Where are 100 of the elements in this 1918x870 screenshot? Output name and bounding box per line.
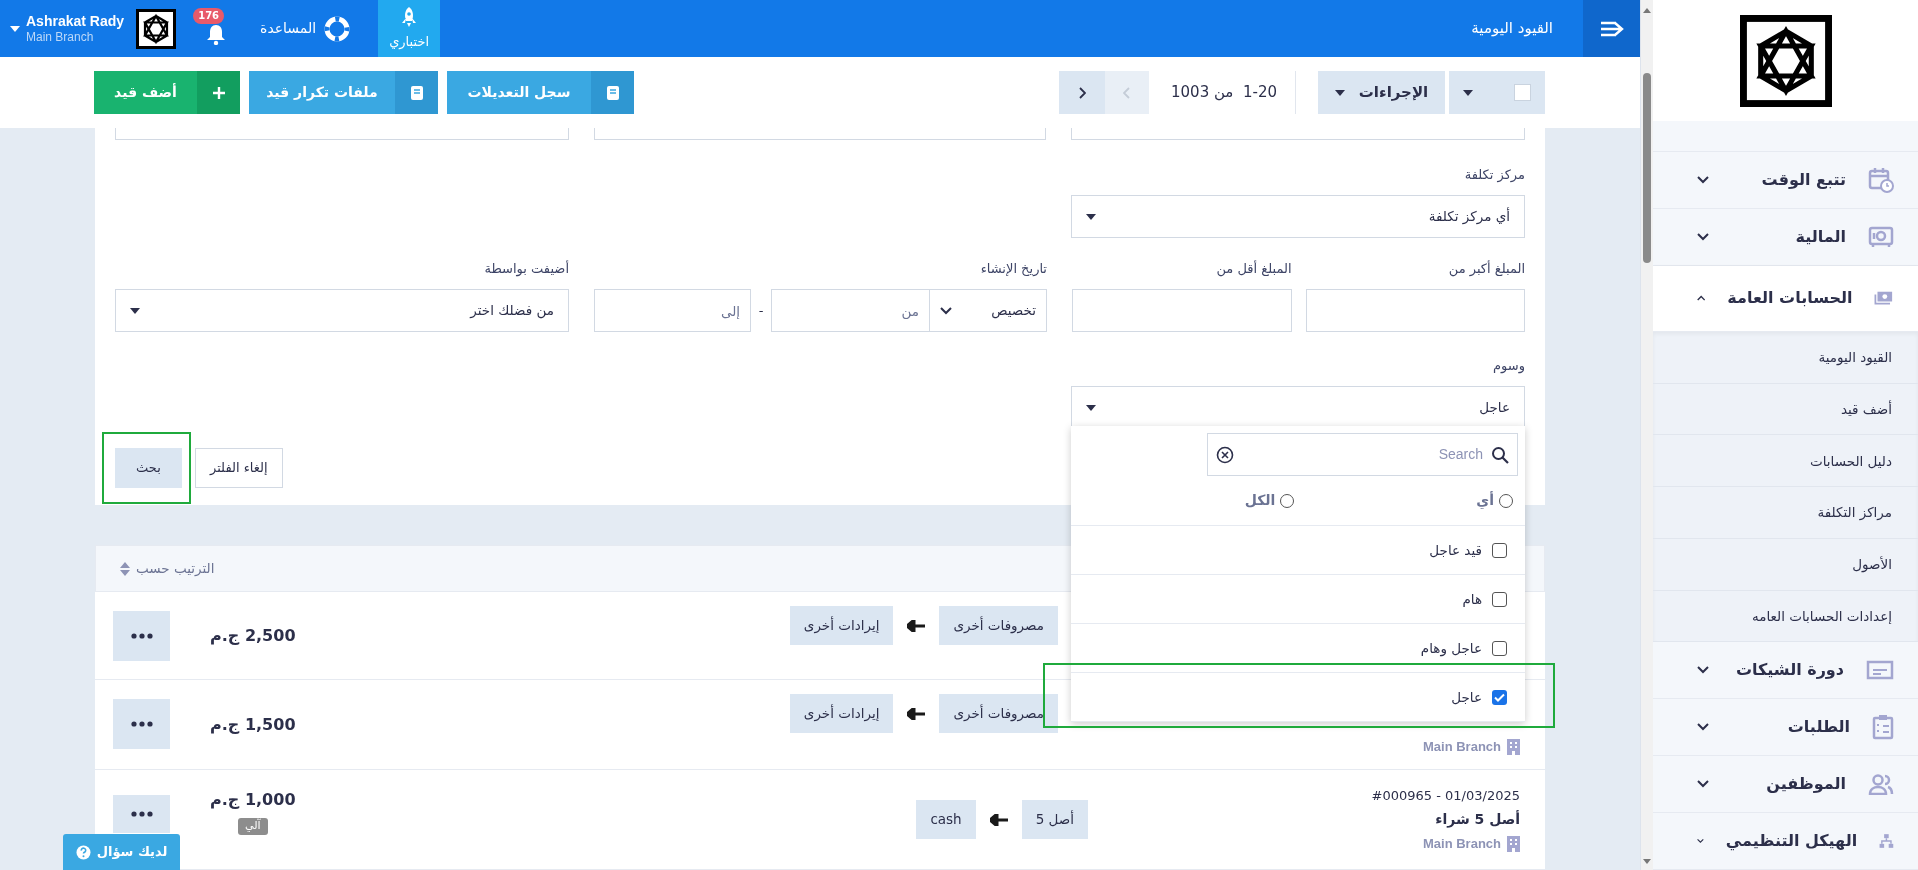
- building-icon: [1507, 738, 1520, 755]
- sidebar-item[interactable]: تتبع الوقت: [1653, 151, 1918, 209]
- caret-icon: [130, 307, 140, 314]
- rocket-icon: [401, 5, 418, 28]
- search-input[interactable]: Search: [1242, 444, 1483, 465]
- caret-icon: [1463, 89, 1473, 96]
- caret-icon: [1086, 213, 1096, 220]
- clear-icon: [1216, 445, 1234, 464]
- field-label: وسوم: [1492, 357, 1525, 374]
- select-field[interactable]: أي مركز تكلفة: [1071, 195, 1525, 238]
- plus-icon: [211, 85, 226, 100]
- scrollbar[interactable]: [1641, 0, 1653, 870]
- entry-title: أصل 5 شراء: [1435, 809, 1520, 830]
- card-icon: [1866, 660, 1894, 681]
- search-field[interactable]: Search: [1207, 433, 1518, 476]
- input-field[interactable]: [1072, 289, 1292, 332]
- chevron-down-icon: [1697, 780, 1709, 789]
- tag-option[interactable]: قيد عاجل: [1071, 526, 1525, 575]
- check-icon: [1494, 692, 1505, 702]
- chevron-right-icon: [1078, 86, 1086, 99]
- sort-button[interactable]: الترتيب حسب: [120, 558, 215, 579]
- more-icon: [130, 721, 153, 727]
- chevron-down-icon: [1697, 837, 1704, 846]
- user-menu[interactable]: Ashrakat Rady Main Branch: [0, 0, 125, 57]
- page-title: القيود اليومية: [1471, 18, 1553, 40]
- input-field[interactable]: [593, 128, 1047, 140]
- sidebar-item[interactable]: المالية: [1653, 208, 1918, 266]
- account-tag: أصل 5: [1021, 800, 1088, 839]
- account-tag: إيرادات أخرى: [789, 694, 894, 733]
- tags-select[interactable]: عاجل: [1071, 386, 1525, 429]
- people-icon: [1868, 773, 1894, 796]
- help-menu-button[interactable]: المساعدة: [254, 0, 357, 57]
- chevron-left-icon: [1123, 86, 1131, 99]
- account-tag: إيرادات أخرى: [789, 606, 894, 645]
- actions-dropdown[interactable]: الإجراءات: [1318, 71, 1445, 114]
- date-mode-select[interactable]: تخصيص: [929, 289, 1047, 332]
- company-logo-icon: [136, 8, 177, 49]
- more-options-button[interactable]: [113, 795, 170, 833]
- bell-icon: [206, 22, 227, 45]
- account-tag: مصروفات أخرى: [939, 606, 1058, 645]
- account-tag: مصروفات أخرى: [939, 694, 1058, 733]
- chevron-down-icon: [1697, 666, 1709, 675]
- sidebar-item[interactable]: الطلبات: [1653, 699, 1918, 757]
- field-label: مركز تكلفة: [1463, 166, 1525, 183]
- entry-amount: 1,500 ج.م: [210, 713, 296, 736]
- tag-option[interactable]: هام: [1071, 575, 1525, 624]
- caret-icon: [1334, 89, 1345, 96]
- match-radio[interactable]: الكل: [1244, 490, 1295, 511]
- safe-icon: [1868, 225, 1894, 248]
- more-icon: [130, 811, 153, 817]
- checkbox[interactable]: [1492, 640, 1507, 656]
- tag-option[interactable]: عاجل وهام: [1071, 624, 1525, 673]
- arrow-left-icon: [907, 707, 926, 720]
- date-to-field[interactable]: إلى: [594, 289, 751, 332]
- field-label: المبلغ أكبر من: [1447, 260, 1525, 277]
- chevron-down-icon: [1697, 723, 1709, 732]
- chevron-down-icon: [1697, 232, 1709, 241]
- caret-icon: [10, 25, 20, 32]
- search-button[interactable]: بحث: [115, 448, 182, 488]
- chevron-up-icon: [1697, 294, 1706, 303]
- checkbox[interactable]: [1492, 542, 1507, 558]
- book-icon: [605, 84, 620, 101]
- field-label: تاريخ الإنشاء: [979, 260, 1047, 277]
- branch-name: Main Branch: [1423, 835, 1501, 853]
- building-icon: [1507, 835, 1520, 852]
- select-field[interactable]: من فضلك اختر: [115, 289, 569, 332]
- branch-name: Main Branch: [26, 29, 94, 45]
- caret-icon: [1086, 404, 1096, 411]
- select-all-dropdown[interactable]: [1449, 71, 1545, 114]
- input-field[interactable]: [115, 128, 569, 140]
- account-tag: cash: [916, 800, 976, 839]
- chevron-down-icon: [940, 306, 952, 315]
- menu-arrow-icon: [1599, 19, 1624, 38]
- match-radio[interactable]: أي: [1476, 490, 1513, 511]
- branch-name: Main Branch: [1423, 737, 1501, 756]
- lifebuoy-icon: [324, 15, 351, 42]
- sort-icon: [120, 561, 130, 576]
- sidebar-item[interactable]: الموظفين: [1653, 756, 1918, 814]
- user-name: Ashrakat Rady: [26, 12, 125, 29]
- calendar-clock-icon: [1868, 166, 1894, 193]
- field-label: أضيفت بواسطة: [483, 260, 569, 277]
- date-from-field[interactable]: من: [771, 289, 929, 332]
- field-label: المبلغ أقل من: [1215, 260, 1292, 277]
- search-icon: [1491, 445, 1509, 464]
- input-field[interactable]: [1071, 128, 1525, 140]
- clipboard-list-icon: [1872, 714, 1894, 741]
- pagination-range: 1-20 من 1003: [1171, 82, 1277, 104]
- date-separator: -: [757, 301, 765, 320]
- sidebar-item[interactable]: الحسابات العامة: [1653, 265, 1918, 333]
- menu-toggle-button[interactable]: [1583, 0, 1640, 57]
- book-icon: [409, 84, 424, 101]
- checkbox[interactable]: [1492, 689, 1507, 705]
- more-icon: [130, 633, 153, 639]
- entry-date-number: 01/03/2025 - #000965: [1371, 786, 1520, 805]
- tag-option[interactable]: عاجل: [1071, 673, 1525, 722]
- question-icon: [75, 844, 91, 860]
- checkbox[interactable]: [1492, 591, 1507, 607]
- clear-filter-button[interactable]: إلغاء الفلتر: [195, 448, 283, 488]
- input-field[interactable]: [1305, 289, 1525, 332]
- arrow-left-icon: [989, 813, 1008, 826]
